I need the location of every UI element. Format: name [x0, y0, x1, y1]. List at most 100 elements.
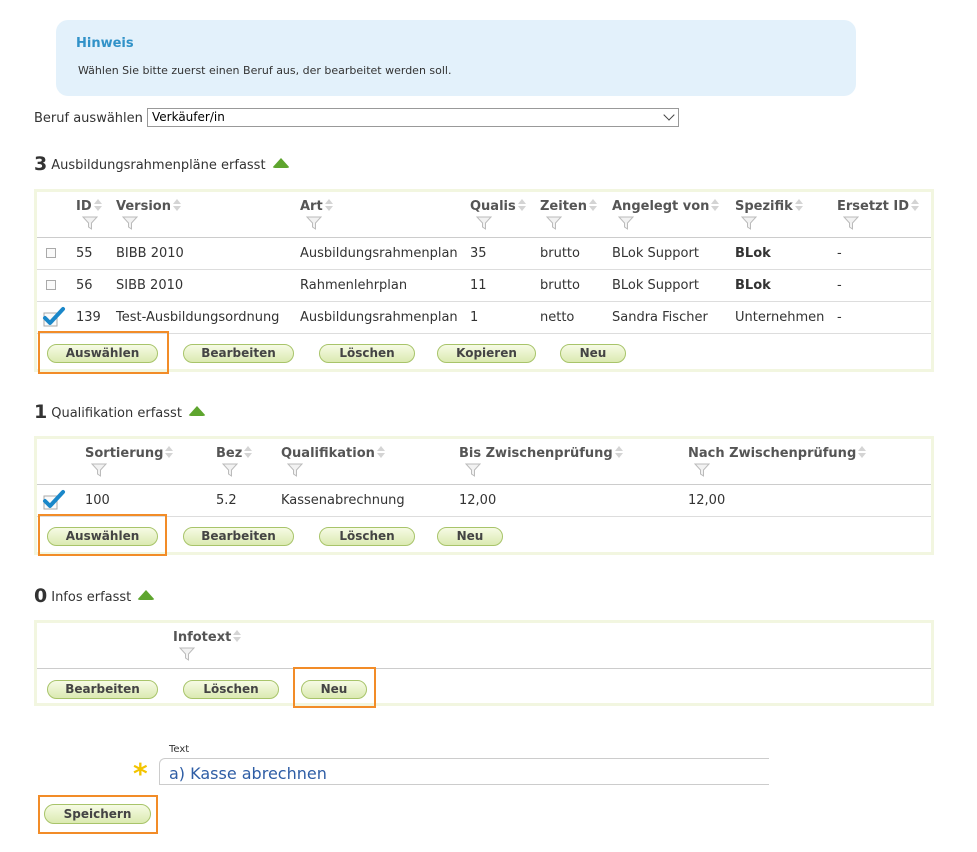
- cell-angelegt: BLok Support: [612, 246, 699, 261]
- sort-icon[interactable]: [794, 199, 803, 211]
- infos-table-header: Infotext: [37, 623, 931, 669]
- cell-ersetzt: -: [837, 246, 842, 261]
- checkmark-icon[interactable]: [42, 305, 66, 329]
- col-header-ersetzt[interactable]: Ersetzt ID: [837, 199, 919, 214]
- col-header-zeiten[interactable]: Zeiten: [540, 199, 597, 214]
- edit-button[interactable]: Bearbeiten: [183, 527, 294, 546]
- col-header-id[interactable]: ID: [76, 199, 102, 214]
- cell-ersetzt: -: [837, 310, 842, 325]
- plans-count: 3: [34, 153, 48, 175]
- filter-icon[interactable]: [287, 463, 303, 477]
- cell-spezifik: BLok: [735, 278, 771, 293]
- collapse-up-icon[interactable]: [187, 406, 206, 416]
- new-button[interactable]: Neu: [560, 344, 626, 363]
- cell-version: Test-Ausbildungsordnung: [116, 310, 280, 325]
- col-header-nach[interactable]: Nach Zwischenprüfung: [688, 446, 867, 461]
- col-header-infotext[interactable]: Infotext: [173, 630, 242, 645]
- beruf-select-value: Verkäufer/in: [152, 110, 225, 124]
- col-header-version[interactable]: Version: [116, 199, 181, 214]
- filter-icon[interactable]: [741, 216, 757, 230]
- delete-button[interactable]: Löschen: [183, 680, 279, 699]
- col-header-art[interactable]: Art: [300, 199, 333, 214]
- col-header-qualis[interactable]: Qualis: [470, 199, 526, 214]
- checkmark-icon[interactable]: [42, 488, 66, 512]
- filter-icon[interactable]: [465, 463, 481, 477]
- sort-icon[interactable]: [165, 446, 174, 458]
- sort-icon[interactable]: [324, 199, 333, 211]
- cell-qualis: 11: [470, 278, 487, 293]
- col-header-angelegt[interactable]: Angelegt von: [612, 199, 720, 214]
- cell-bez: 5.2: [216, 493, 237, 508]
- hint-title: Hinweis: [76, 36, 134, 51]
- copy-button[interactable]: Kopieren: [437, 344, 536, 363]
- table-row-selected[interactable]: 139 Test-Ausbildungsordnung Ausbildungsr…: [37, 302, 931, 334]
- cell-qualis: 1: [470, 310, 479, 325]
- edit-button[interactable]: Bearbeiten: [47, 680, 158, 699]
- cell-angelegt: Sandra Fischer: [612, 310, 708, 325]
- cell-art: Ausbildungsrahmenplan: [300, 246, 458, 261]
- cell-bis: 12,00: [459, 493, 497, 508]
- text-field[interactable]: a) Kasse abrechnen: [159, 758, 769, 785]
- quals-count: 1: [34, 401, 48, 423]
- cell-zeiten: brutto: [540, 278, 580, 293]
- row-checkbox[interactable]: [46, 280, 56, 290]
- filter-icon[interactable]: [843, 216, 859, 230]
- sort-icon[interactable]: [614, 446, 623, 458]
- cell-id: 55: [76, 246, 93, 261]
- filter-icon[interactable]: [91, 463, 107, 477]
- delete-button[interactable]: Löschen: [319, 527, 415, 546]
- quals-heading: 1 Qualifikation erfasst: [34, 401, 206, 423]
- cell-zeiten: netto: [540, 310, 575, 325]
- sort-icon[interactable]: [233, 630, 242, 642]
- cell-spezifik: Unternehmen: [735, 310, 825, 325]
- cell-id: 56: [76, 278, 93, 293]
- cell-id: 139: [76, 310, 101, 325]
- cell-zeiten: brutto: [540, 246, 580, 261]
- sort-icon[interactable]: [517, 199, 526, 211]
- sort-icon[interactable]: [911, 199, 919, 211]
- filter-icon[interactable]: [122, 216, 138, 230]
- cell-angelegt: BLok Support: [612, 278, 699, 293]
- cell-spezifik: BLok: [735, 246, 771, 261]
- col-header-bis[interactable]: Bis Zwischenprüfung: [459, 446, 623, 461]
- col-header-sortierung[interactable]: Sortierung: [85, 446, 174, 461]
- highlight-box: [38, 331, 169, 374]
- plans-title: Ausbildungsrahmenpläne erfasst: [51, 158, 266, 173]
- sort-icon[interactable]: [376, 446, 385, 458]
- sort-icon[interactable]: [172, 199, 181, 211]
- collapse-up-icon[interactable]: [137, 590, 156, 600]
- col-header-bez[interactable]: Bez: [216, 446, 253, 461]
- text-field-value: a) Kasse abrechnen: [169, 764, 327, 783]
- filter-icon[interactable]: [179, 647, 195, 661]
- filter-icon[interactable]: [476, 216, 492, 230]
- beruf-select[interactable]: Verkäufer/in: [147, 108, 679, 127]
- quals-panel: Sortierung Bez Qualifikation Bis Zwische…: [34, 436, 934, 555]
- cell-art: Rahmenlehrplan: [300, 278, 408, 293]
- filter-icon[interactable]: [618, 216, 634, 230]
- sort-icon[interactable]: [589, 199, 597, 211]
- col-header-spezifik[interactable]: Spezifik: [735, 199, 803, 214]
- infos-count: 0: [34, 585, 48, 607]
- row-checkbox[interactable]: [46, 248, 56, 258]
- filter-icon[interactable]: [694, 463, 710, 477]
- table-row[interactable]: 56 SIBB 2010 Rahmenlehrplan 11 brutto BL…: [37, 270, 931, 302]
- sort-icon[interactable]: [244, 446, 253, 458]
- sort-icon[interactable]: [858, 446, 867, 458]
- filter-icon[interactable]: [222, 463, 238, 477]
- sort-icon[interactable]: [711, 199, 720, 211]
- beruf-label: Beruf auswählen: [34, 111, 143, 126]
- plans-heading: 3 Ausbildungsrahmenpläne erfasst: [34, 153, 290, 175]
- table-row-selected[interactable]: 100 5.2 Kassenabrechnung 12,00 12,00: [37, 485, 931, 517]
- highlight-box: [38, 514, 167, 556]
- collapse-up-icon[interactable]: [271, 158, 290, 168]
- edit-button[interactable]: Bearbeiten: [183, 344, 294, 363]
- new-button[interactable]: Neu: [437, 527, 503, 546]
- delete-button[interactable]: Löschen: [319, 344, 415, 363]
- filter-icon[interactable]: [546, 216, 562, 230]
- col-header-qualifikation[interactable]: Qualifikation: [281, 446, 385, 461]
- filter-icon[interactable]: [82, 216, 98, 230]
- filter-icon[interactable]: [306, 216, 322, 230]
- infos-panel: Infotext Bearbeiten Löschen Neu: [34, 620, 934, 706]
- table-row[interactable]: 55 BIBB 2010 Ausbildungsrahmenplan 35 br…: [37, 238, 931, 270]
- sort-icon[interactable]: [93, 199, 102, 211]
